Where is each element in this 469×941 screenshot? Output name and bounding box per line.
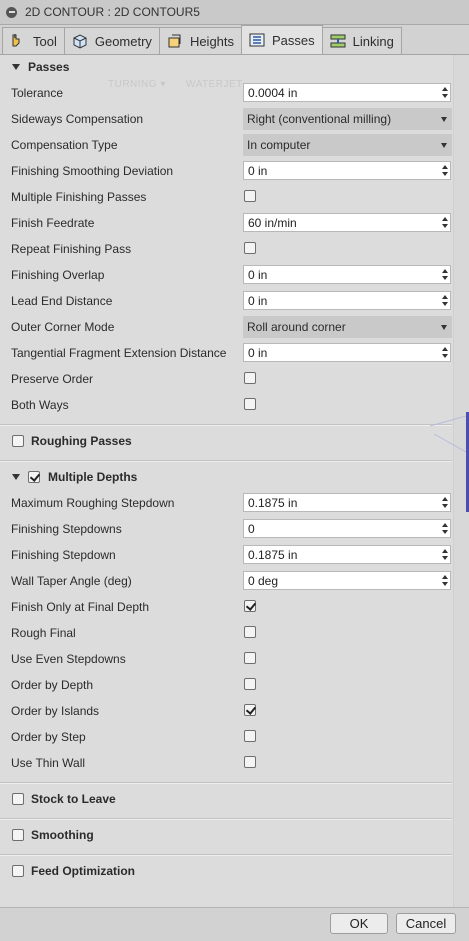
lead-end-distance-input[interactable]: 0 in <box>243 291 451 310</box>
stepper-icon[interactable] <box>441 162 449 179</box>
roughing-passes-checkbox[interactable] <box>12 435 24 447</box>
tab-linking[interactable]: Linking <box>321 27 402 54</box>
max-roughing-stepdown-input[interactable]: 0.1875 in <box>243 493 451 512</box>
use-thin-wall-checkbox[interactable] <box>244 756 256 768</box>
tab-bar: Tool Geometry Heights Passes Linking <box>0 25 469 55</box>
geometry-icon <box>73 34 87 49</box>
feed-optimization-checkbox[interactable] <box>12 865 24 877</box>
divider <box>0 782 452 784</box>
row-finish-only-final-depth: Finish Only at Final Depth <box>0 594 452 620</box>
finishing-overlap-input[interactable]: 0 in <box>243 265 451 284</box>
tab-heights[interactable]: Heights <box>158 27 243 54</box>
viewport-edge-icon <box>430 415 466 453</box>
tab-tool[interactable]: Tool <box>2 27 65 54</box>
section-roughing-passes[interactable]: Roughing Passes <box>0 429 452 453</box>
finishing-smoothing-deviation-input[interactable]: 0 in <box>243 161 451 180</box>
dialog-footer: OK Cancel <box>0 907 469 941</box>
row-compensation-type: Compensation Type In computer <box>0 132 452 158</box>
row-tangential-fragment: Tangential Fragment Extension Distance 0… <box>0 340 452 366</box>
divider <box>0 460 452 462</box>
divider <box>0 424 452 426</box>
row-both-ways: Both Ways <box>0 392 452 418</box>
tab-geometry[interactable]: Geometry <box>63 27 160 54</box>
row-order-by-islands: Order by Islands <box>0 698 452 724</box>
divider <box>0 818 452 820</box>
row-multiple-finishing-passes: Multiple Finishing Passes <box>0 184 452 210</box>
row-wall-taper-angle: Wall Taper Angle (deg) 0 deg <box>0 568 452 594</box>
passes-panel: TURNING ▾ WATERJET Passes Tolerance 0.00… <box>0 55 469 907</box>
finishing-stepdowns-input[interactable]: 0 <box>243 519 451 538</box>
passes-icon <box>249 33 265 47</box>
collapse-triangle-icon[interactable] <box>12 474 20 480</box>
chevron-down-icon <box>441 116 447 122</box>
stepper-icon[interactable] <box>441 84 449 101</box>
row-finishing-stepdowns: Finishing Stepdowns 0 <box>0 516 452 542</box>
stepper-icon[interactable] <box>441 214 449 231</box>
row-use-thin-wall: Use Thin Wall <box>0 750 452 776</box>
title-bar: 2D CONTOUR : 2D CONTOUR5 <box>0 0 469 25</box>
row-rough-final: Rough Final <box>0 620 452 646</box>
row-sideways-compensation: Sideways Compensation Right (conventiona… <box>0 106 452 132</box>
multiple-depths-checkbox[interactable] <box>28 471 40 483</box>
row-finishing-stepdown: Finishing Stepdown 0.1875 in <box>0 542 452 568</box>
row-outer-corner-mode: Outer Corner Mode Roll around corner <box>0 314 452 340</box>
stepper-icon[interactable] <box>441 572 449 589</box>
heights-icon <box>168 34 181 48</box>
row-preserve-order: Preserve Order <box>0 366 452 392</box>
chevron-down-icon <box>441 142 447 148</box>
rough-final-checkbox[interactable] <box>244 626 256 638</box>
stepper-icon[interactable] <box>441 520 449 537</box>
multiple-finishing-passes-checkbox[interactable] <box>244 190 256 202</box>
window-title: 2D CONTOUR : 2D CONTOUR5 <box>25 5 200 19</box>
cancel-button[interactable]: Cancel <box>396 913 456 934</box>
compensation-type-select[interactable]: In computer <box>243 134 452 156</box>
row-order-by-step: Order by Step <box>0 724 452 750</box>
sideways-compensation-select[interactable]: Right (conventional milling) <box>243 108 452 130</box>
ok-button[interactable]: OK <box>330 913 388 934</box>
chevron-down-icon <box>441 324 447 330</box>
outer-corner-mode-select[interactable]: Roll around corner <box>243 316 452 338</box>
order-by-step-checkbox[interactable] <box>244 730 256 742</box>
collapse-triangle-icon[interactable] <box>12 64 20 70</box>
section-smoothing[interactable]: Smoothing <box>0 823 452 847</box>
row-use-even-stepdowns: Use Even Stepdowns <box>0 646 452 672</box>
stepper-icon[interactable] <box>441 546 449 563</box>
stepper-icon[interactable] <box>441 344 449 361</box>
wall-taper-angle-input[interactable]: 0 deg <box>243 571 451 590</box>
both-ways-checkbox[interactable] <box>244 398 256 410</box>
use-even-stepdowns-checkbox[interactable] <box>244 652 256 664</box>
tool-icon <box>12 34 20 47</box>
section-feed-optimization[interactable]: Feed Optimization <box>0 859 452 883</box>
stock-to-leave-checkbox[interactable] <box>12 793 24 805</box>
stepper-icon[interactable] <box>441 266 449 283</box>
order-by-depth-checkbox[interactable] <box>244 678 256 690</box>
row-order-by-depth: Order by Depth <box>0 672 452 698</box>
order-by-islands-checkbox[interactable] <box>244 704 256 716</box>
section-passes[interactable]: Passes <box>0 55 452 79</box>
stepper-icon[interactable] <box>441 292 449 309</box>
tab-passes[interactable]: Passes <box>241 25 323 54</box>
row-finishing-overlap: Finishing Overlap 0 in <box>0 262 452 288</box>
finishing-stepdown-input[interactable]: 0.1875 in <box>243 545 451 564</box>
row-max-roughing-stepdown: Maximum Roughing Stepdown 0.1875 in <box>0 490 452 516</box>
section-stock-to-leave[interactable]: Stock to Leave <box>0 787 452 811</box>
close-icon[interactable] <box>6 6 17 18</box>
section-multiple-depths[interactable]: Multiple Depths <box>0 465 452 489</box>
smoothing-checkbox[interactable] <box>12 829 24 841</box>
finish-only-final-depth-checkbox[interactable] <box>244 600 256 612</box>
row-finishing-smoothing-deviation: Finishing Smoothing Deviation 0 in <box>0 158 452 184</box>
tangential-fragment-input[interactable]: 0 in <box>243 343 451 362</box>
finish-feedrate-input[interactable]: 60 in/min <box>243 213 451 232</box>
row-repeat-finishing-pass: Repeat Finishing Pass <box>0 236 452 262</box>
row-lead-end-distance: Lead End Distance 0 in <box>0 288 452 314</box>
row-tolerance: Tolerance 0.0004 in <box>0 80 452 106</box>
preserve-order-checkbox[interactable] <box>244 372 256 384</box>
linking-icon <box>330 34 346 48</box>
divider <box>0 854 452 856</box>
row-finish-feedrate: Finish Feedrate 60 in/min <box>0 210 452 236</box>
tolerance-input[interactable]: 0.0004 in <box>243 83 451 102</box>
repeat-finishing-pass-checkbox[interactable] <box>244 242 256 254</box>
